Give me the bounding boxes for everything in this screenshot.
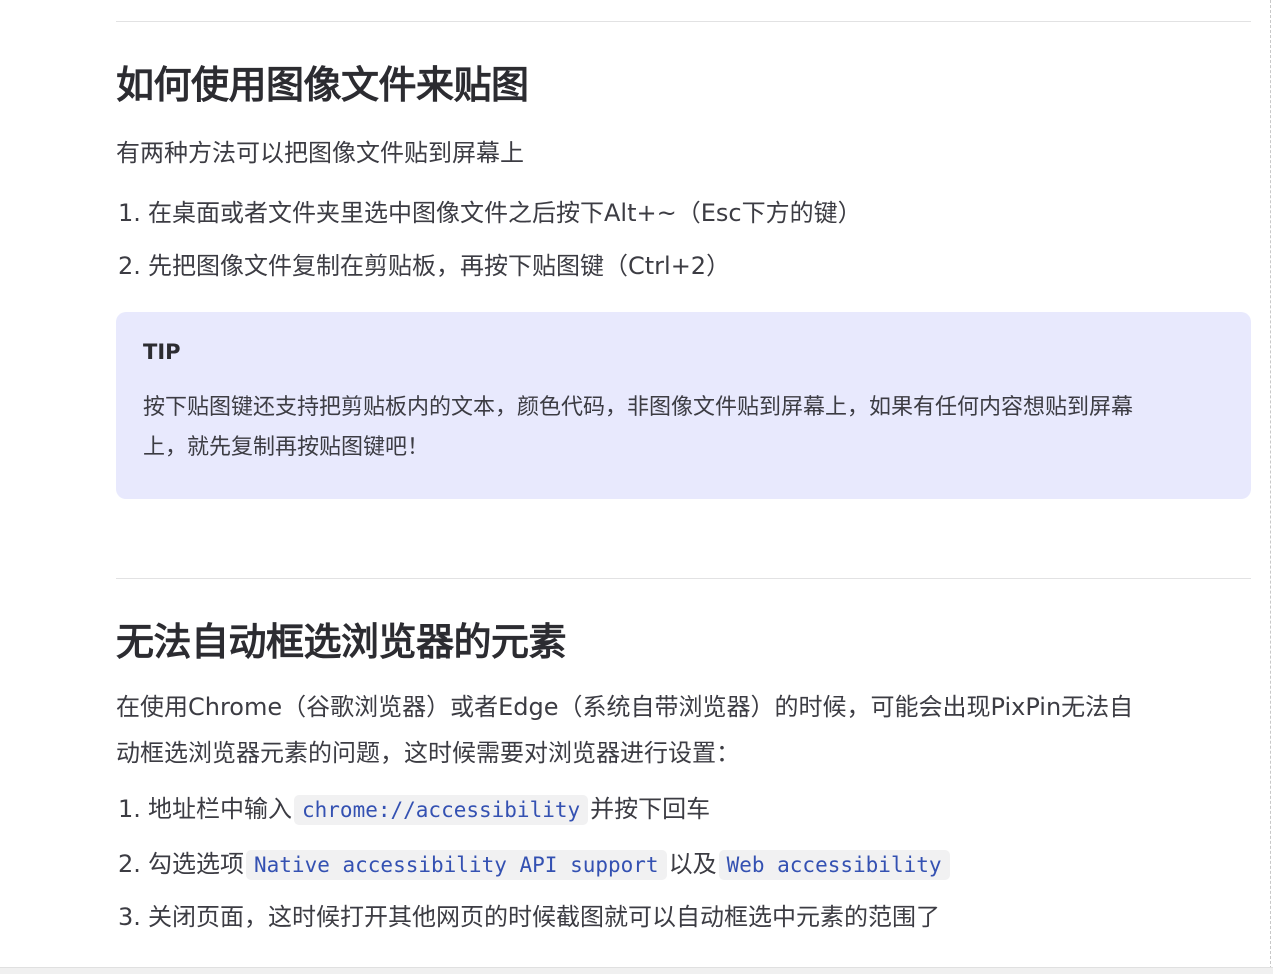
section-divider [116, 577, 1251, 579]
list-number: 2. [118, 251, 141, 280]
section-divider [116, 21, 1251, 22]
doc-content: 如何使用图像文件来贴图 有两种方法可以把图像文件贴到屏幕上 1. 在桌面或者文件… [116, 0, 1251, 936]
list-text: 地址栏中输入 [148, 795, 292, 824]
list-item: 1. 在桌面或者文件夹里选中图像文件之后按下Alt+~（Esc下方的键） [116, 195, 1251, 231]
tip-body-line: 按下贴图键还支持把剪贴板内的文本，颜色代码，非图像文件贴到屏幕上，如果有任何内容… [143, 394, 1134, 420]
section-intro: 在使用Chrome（谷歌浏览器）或者Edge（系统自带浏览器）的时候，可能会出现… [116, 684, 1251, 776]
list-number: 2. [118, 850, 141, 879]
list-number: 1. [118, 795, 141, 824]
list-number: 3. [118, 903, 141, 932]
doc-page: 如何使用图像文件来贴图 有两种方法可以把图像文件贴到屏幕上 1. 在桌面或者文件… [0, 0, 1273, 974]
list-number: 1. [118, 198, 141, 227]
page-edge-guide [1270, 0, 1271, 974]
list-item: 1. 地址栏中输入 chrome://accessibility 并按下回车 [116, 790, 1251, 829]
section-intro-line: 在使用Chrome（谷歌浏览器）或者Edge（系统自带浏览器）的时候，可能会出现… [116, 693, 1134, 722]
list-text: 在桌面或者文件夹里选中图像文件之后按下Alt+~（Esc下方的键） [148, 198, 862, 227]
section-heading: 如何使用图像文件来贴图 [116, 63, 529, 107]
inline-code: Native accessibility API support [246, 850, 667, 881]
list-text: 以及 [668, 850, 717, 879]
steps-list: 1. 地址栏中输入 chrome://accessibility 并按下回车 2. … [116, 790, 1251, 936]
list-text: 先把图像文件复制在剪贴板，再按下贴图键（Ctrl+2） [148, 251, 731, 280]
list-text: 勾选选项 [148, 850, 244, 879]
list-item: 3. 关闭页面，这时候打开其他网页的时候截图就可以自动框选中元素的范围了 [116, 898, 1251, 936]
tip-body: 按下贴图键还支持把剪贴板内的文本，颜色代码，非图像文件贴到屏幕上，如果有任何内容… [143, 388, 1223, 468]
list-text: 并按下回车 [590, 795, 711, 824]
section-intro-line: 动框选浏览器元素的问题，这时候需要对浏览器进行设置： [116, 739, 740, 768]
section-intro: 有两种方法可以把图像文件贴到屏幕上 [116, 138, 524, 167]
inline-code: chrome://accessibility [294, 795, 589, 826]
tip-title: TIP [143, 339, 181, 364]
list-item: 2. 先把图像文件复制在剪贴板，再按下贴图键（Ctrl+2） [116, 248, 1251, 284]
inline-code: Web accessibility [718, 850, 950, 881]
section-heading: 无法自动框选浏览器的元素 [116, 619, 567, 664]
list-text: 关闭页面，这时候打开其他网页的时候截图就可以自动框选中元素的范围了 [148, 903, 940, 932]
steps-list: 1. 在桌面或者文件夹里选中图像文件之后按下Alt+~（Esc下方的键） 2. … [116, 195, 1251, 284]
list-item: 2. 勾选选项 Native accessibility API support 以… [116, 845, 1251, 884]
tip-body-line: 上，就先复制再按贴图键吧！ [143, 434, 430, 460]
viewport-bottom-edge [0, 967, 1273, 974]
tip-box: TIP 按下贴图键还支持把剪贴板内的文本，颜色代码，非图像文件贴到屏幕上，如果有… [116, 311, 1251, 499]
